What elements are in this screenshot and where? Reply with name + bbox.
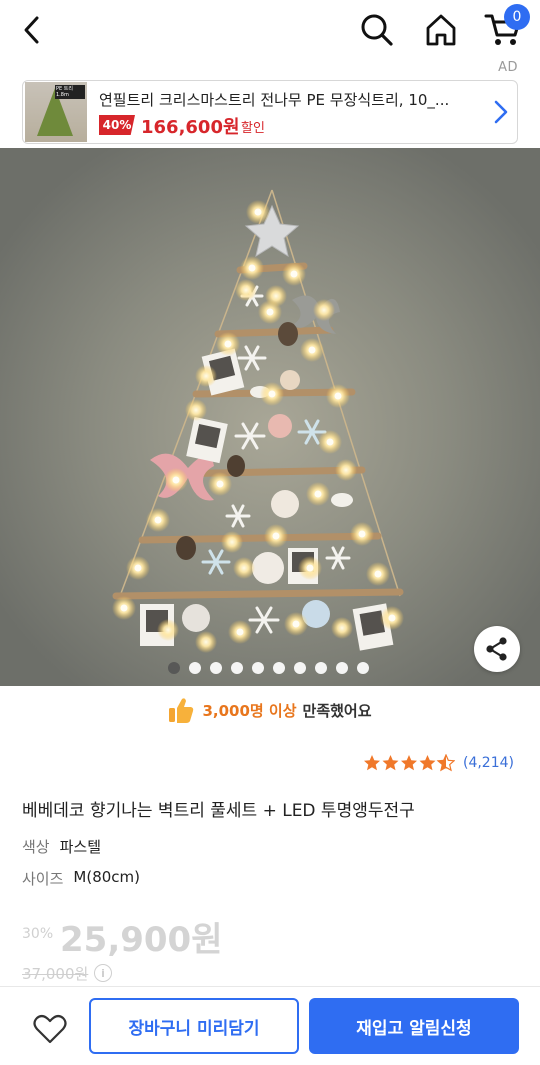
discount-rate: 30% (22, 926, 54, 942)
ad-title: 연필트리 크리스마스트리 전나무 PE 무장식트리, 10_... (99, 91, 450, 109)
gallery-pagination (168, 662, 369, 676)
pagination-dot[interactable] (252, 662, 264, 674)
share-button[interactable] (474, 626, 520, 672)
product-title: 베베데코 향기나는 벽트리 풀세트 + LED 투명앵두전구 (22, 801, 415, 821)
star-rating-icon (363, 754, 455, 772)
pagination-dot[interactable] (336, 662, 348, 674)
pagination-dot[interactable] (273, 662, 285, 674)
ad-thumb-tag: PE 트리 1.8m (55, 85, 85, 99)
option-label: 색상 (22, 838, 50, 856)
product-rating[interactable]: (4,214) (363, 752, 514, 774)
review-count-link[interactable]: (4,214) (463, 755, 514, 771)
ad-banner[interactable]: PE 트리 1.8m 연필트리 크리스마스트리 전나무 PE 무장식트리, 10… (22, 80, 518, 144)
satisfaction-banner: 3,000명 이상 만족했어요 (0, 692, 540, 728)
bottom-action-bar: 장바구니 미리담기 재입고 알림신청 (0, 986, 540, 1065)
satisfaction-count: 3,000명 이상 (202, 701, 297, 720)
chevron-right-icon (494, 100, 508, 124)
option-value: 파스텔 (59, 838, 102, 856)
home-icon (426, 14, 456, 46)
heart-icon (33, 1014, 67, 1044)
pagination-dot[interactable] (189, 662, 201, 674)
option-label: 사이즈 (22, 870, 64, 888)
info-icon[interactable]: i (94, 964, 112, 982)
option-value: M(80cm) (73, 868, 140, 886)
pagination-dot[interactable] (231, 662, 243, 674)
pagination-dot[interactable] (315, 662, 327, 674)
pagination-dot[interactable] (357, 662, 369, 674)
product-image-gallery[interactable] (0, 148, 540, 686)
pagination-dot[interactable] (210, 662, 222, 674)
option-color: 색상 파스텔 (22, 836, 101, 858)
product-photo (0, 148, 540, 686)
top-bar: 0 (0, 0, 540, 60)
search-button[interactable] (356, 8, 398, 50)
ad-thumbnail: PE 트리 1.8m (25, 82, 87, 142)
search-icon (361, 14, 393, 46)
home-button[interactable] (420, 8, 462, 50)
thumbs-up-icon (169, 698, 194, 723)
pagination-dot[interactable] (294, 662, 306, 674)
pagination-dot[interactable] (168, 662, 180, 674)
ad-sale-label: 할인 (241, 121, 265, 136)
satisfaction-text: 만족했어요 (302, 701, 372, 720)
option-size: 사이즈 M(80cm) (22, 868, 140, 890)
sale-price: 25,900원 (60, 920, 223, 960)
original-price: 37,000원 (22, 965, 89, 983)
restock-notify-button[interactable]: 재입고 알림신청 (309, 998, 519, 1054)
chevron-left-icon (24, 16, 39, 44)
wishlist-button[interactable] (28, 1009, 72, 1049)
add-to-cart-button[interactable]: 장바구니 미리담기 (89, 998, 299, 1054)
back-button[interactable] (14, 10, 50, 50)
ad-label: AD (498, 60, 518, 75)
ad-price: 166,600원 (141, 117, 240, 138)
cart-count-badge: 0 (504, 4, 530, 30)
share-icon (486, 637, 507, 661)
ad-discount-badge: 40% (99, 115, 135, 135)
